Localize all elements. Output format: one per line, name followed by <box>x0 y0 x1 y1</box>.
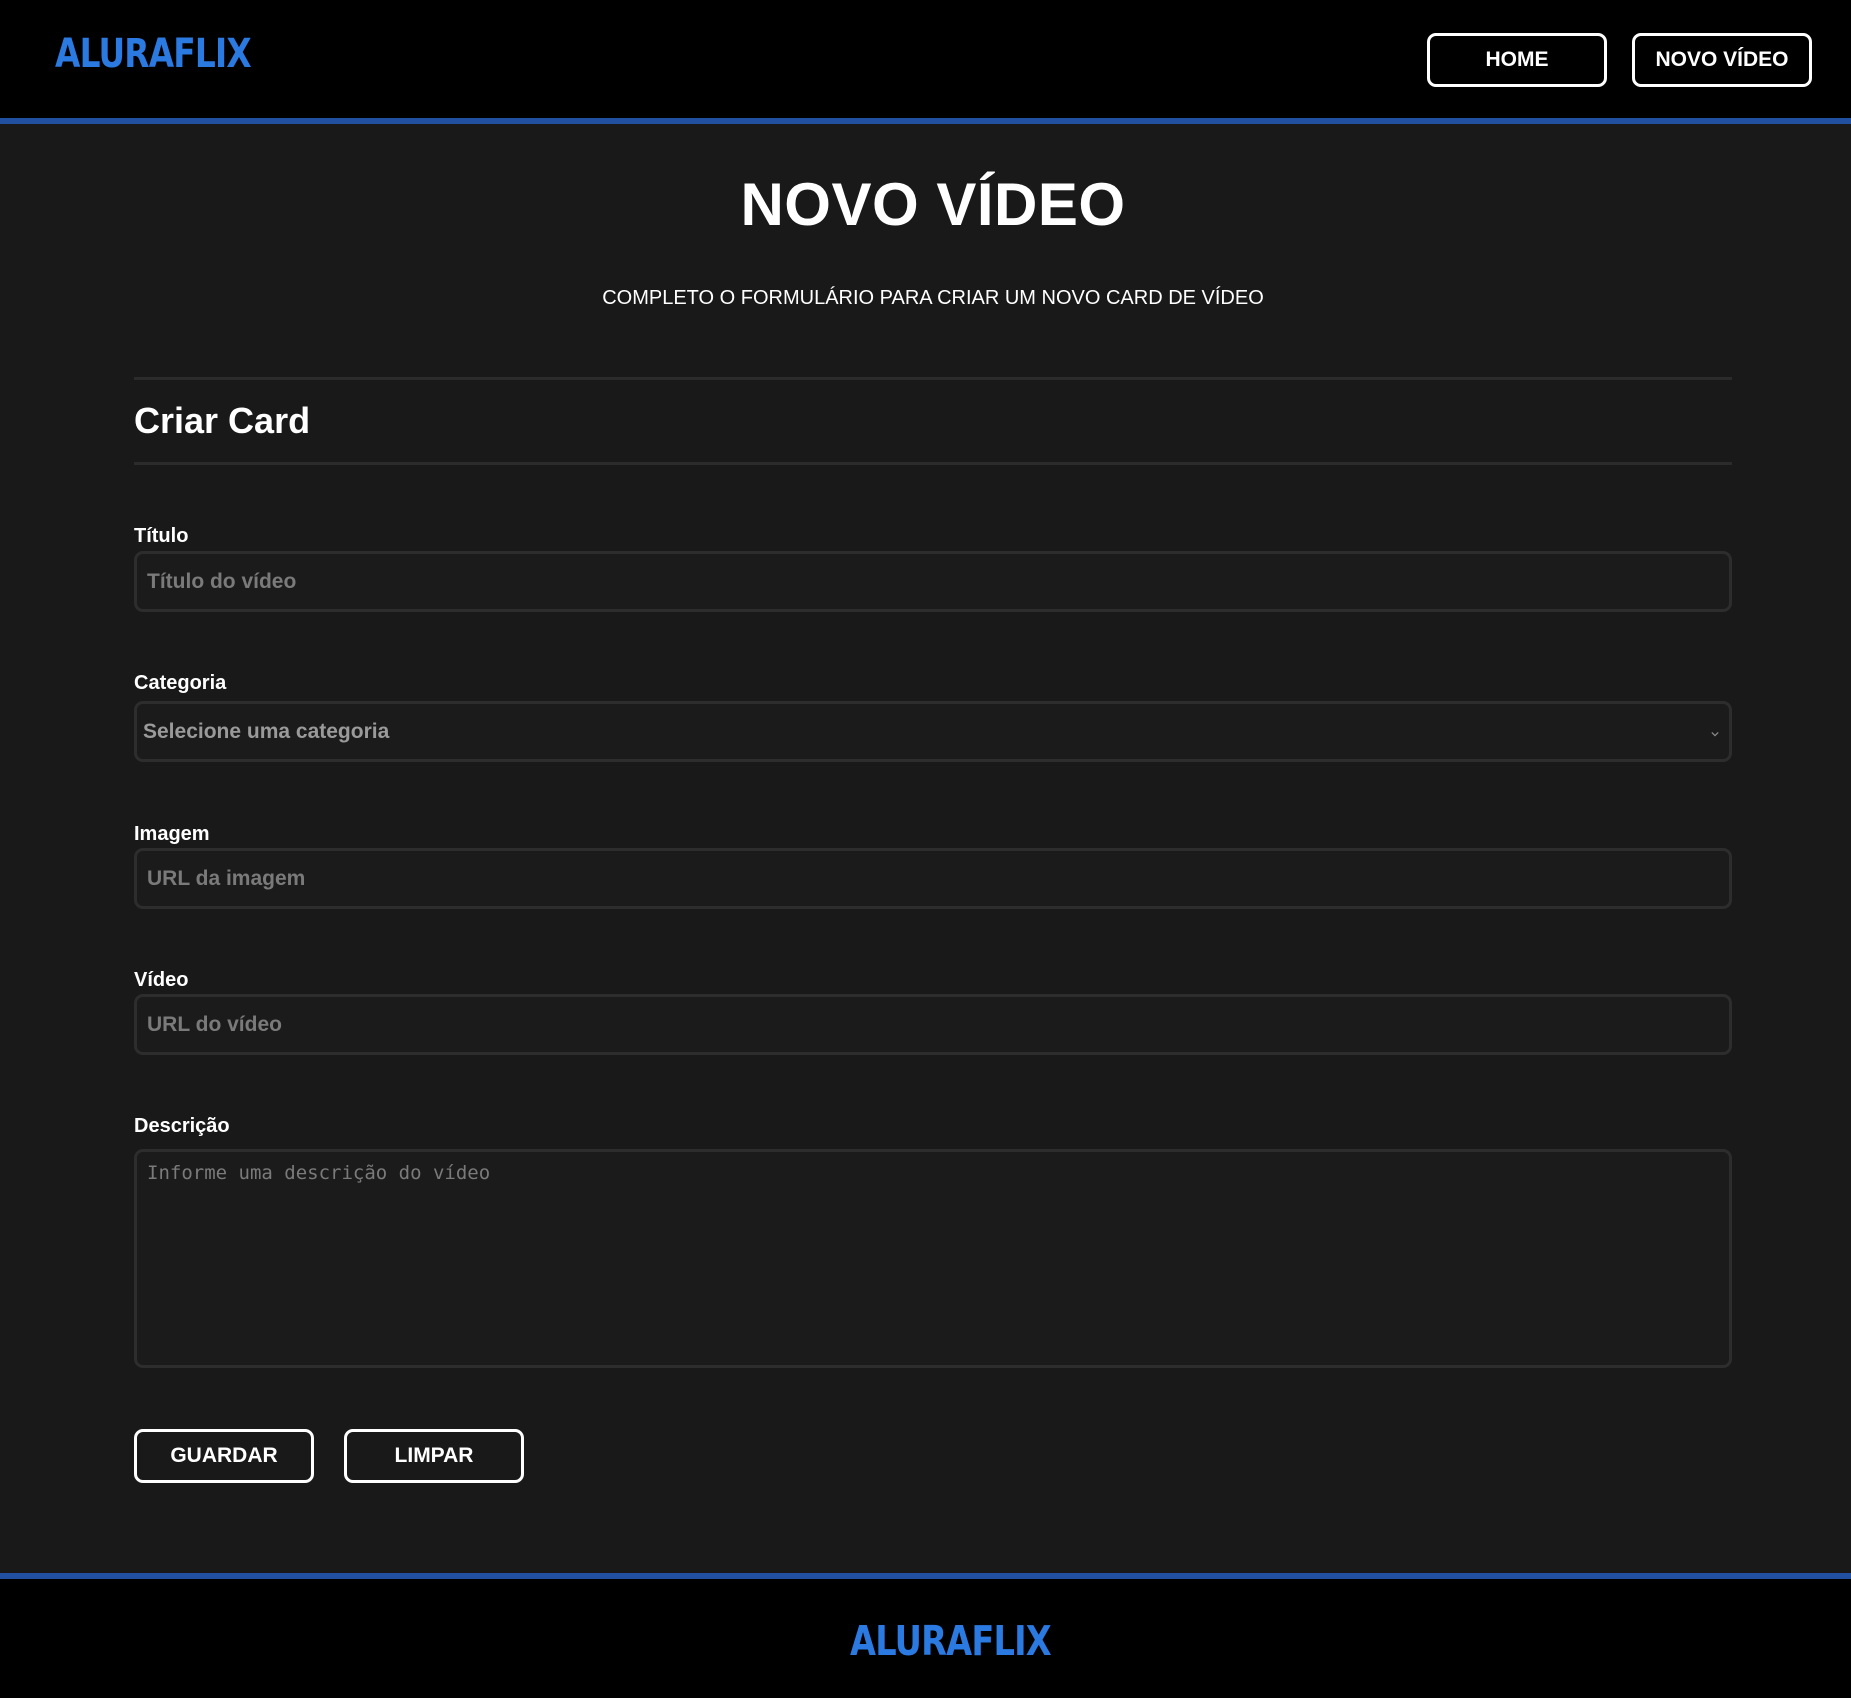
page-title: NOVO VÍDEO <box>740 171 1126 238</box>
category-select-value: Selecione uma categoria <box>143 719 390 743</box>
site-header: ALURAFLIX HOME NOVO VÍDEO <box>0 0 1851 124</box>
description-textarea[interactable] <box>134 1149 1732 1368</box>
clear-button[interactable]: LIMPAR <box>344 1429 524 1483</box>
section-divider-top <box>134 377 1732 380</box>
site-footer: ALURAFLIX <box>0 1573 1851 1698</box>
nav-new-video-button[interactable]: NOVO VÍDEO <box>1632 33 1812 87</box>
category-label: Categoria <box>134 672 227 694</box>
nav-home-button[interactable]: HOME <box>1427 33 1607 87</box>
category-select[interactable]: Selecione uma categoria <box>134 701 1732 762</box>
section-divider-bottom <box>134 462 1732 465</box>
video-url-input[interactable] <box>134 994 1732 1055</box>
title-label: Título <box>134 525 189 547</box>
page-subtitle: COMPLETO O FORMULÁRIO PARA CRIAR UM NOVO… <box>602 287 1264 309</box>
chevron-down-icon <box>1711 731 1719 737</box>
save-button[interactable]: GUARDAR <box>134 1429 314 1483</box>
image-label: Imagem <box>134 823 210 845</box>
video-label: Vídeo <box>134 969 189 991</box>
title-input[interactable] <box>134 551 1732 612</box>
image-url-input[interactable] <box>134 848 1732 909</box>
section-title: Criar Card <box>134 400 311 441</box>
description-label: Descrição <box>134 1115 230 1137</box>
header-logo[interactable]: ALURAFLIX <box>55 34 252 74</box>
footer-logo: ALURAFLIX <box>850 1617 1052 1665</box>
